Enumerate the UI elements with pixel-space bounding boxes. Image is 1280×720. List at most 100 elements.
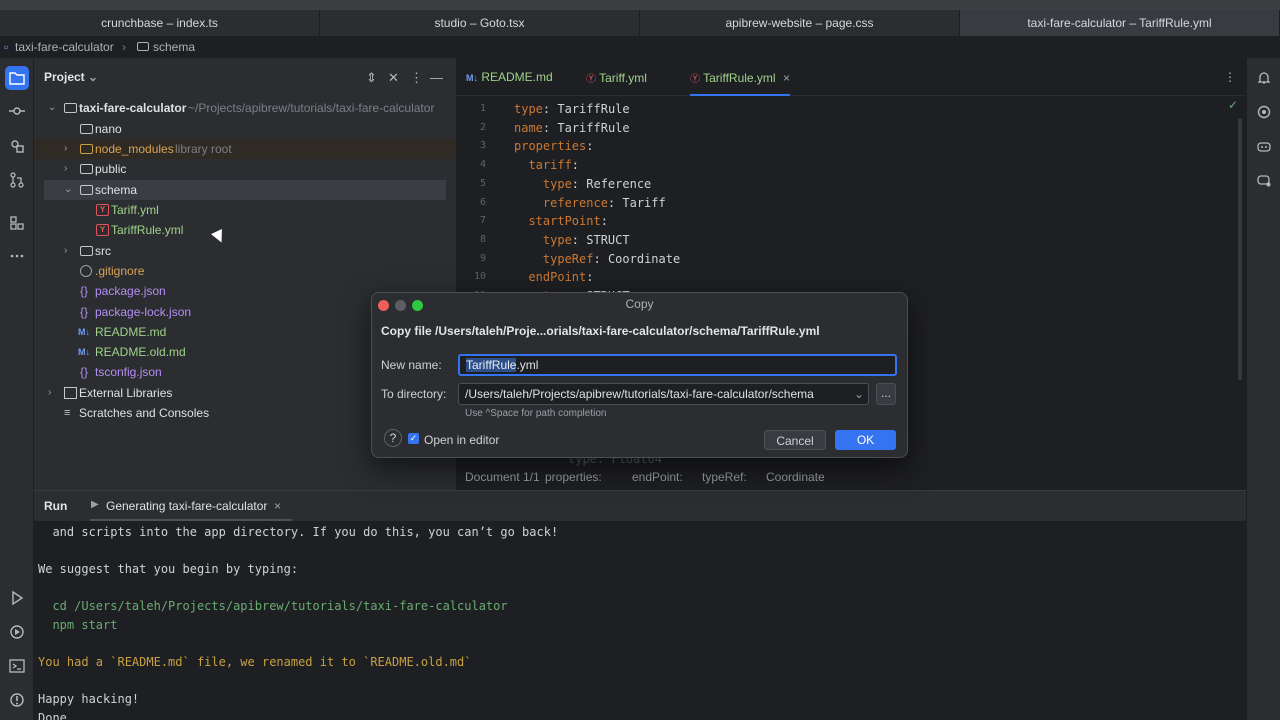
options-icon[interactable]: ⋮ [410, 70, 423, 86]
tree-item-gitignore[interactable]: .gitignore [34, 261, 456, 281]
tree-item-label: .gitignore [95, 264, 145, 278]
dialog-heading: Copy file /Users/taleh/Proje...orials/ta… [381, 324, 820, 338]
breadcrumb-project[interactable]: taxi-fare-calculator [15, 40, 114, 54]
hide-panel-icon[interactable]: — [430, 70, 443, 85]
to-directory-label: To directory: [381, 387, 447, 401]
chevron-down-icon: ⌄ [48, 102, 57, 113]
run-tab[interactable]: Generating taxi-fare-calculator [106, 499, 267, 513]
tab-readme[interactable]: M↓ README.md [466, 70, 553, 84]
help-button[interactable]: ? [384, 429, 402, 447]
tree-item-public[interactable]: › public [34, 159, 456, 179]
folder-icon [137, 42, 149, 51]
json-file-icon: {} [80, 305, 89, 319]
chevron-down-icon: ⌄ [64, 184, 73, 195]
breadcrumb-folder[interactable]: schema [153, 40, 195, 54]
tree-item-label: schema [95, 183, 138, 197]
tree-root-label: taxi-fare-calculator [79, 101, 187, 115]
close-icon[interactable]: × [274, 499, 281, 513]
new-name-input[interactable]: TariffRule.yml [458, 354, 897, 376]
notifications-icon[interactable] [1252, 66, 1276, 90]
tree-item-label: README.old.md [95, 345, 186, 359]
tab-tariff[interactable]: Ⓨ Tariff.yml [586, 70, 647, 85]
window-tab-active[interactable]: taxi-fare-calculator – TariffRule.yml [960, 10, 1280, 36]
console-line: We suggest that you begin by typing: [38, 562, 299, 577]
ignore-file-icon [80, 265, 92, 277]
ai-assistant-icon[interactable] [1252, 100, 1276, 124]
tree-item-tariff-yml[interactable]: Y Tariff.yml [34, 200, 456, 220]
code-line: startPoint: [514, 214, 608, 229]
close-icon[interactable]: × [783, 71, 790, 85]
console-line: and scripts into the app directory. If y… [38, 525, 559, 539]
check-icon: ✓ [1228, 98, 1239, 112]
dialog-title: Copy [625, 297, 654, 311]
run-panel-header: Run ▶ Generating taxi-fare-calculator × [34, 491, 1246, 521]
tree-item-nano[interactable]: nano [34, 119, 456, 139]
tree-item-label: package-lock.json [95, 305, 192, 319]
crumb-endpoint[interactable]: endPoint: [632, 470, 683, 484]
project-folder-icon[interactable] [5, 66, 29, 90]
run-icon[interactable] [5, 586, 29, 610]
title-strip [0, 0, 1280, 10]
more-options-icon[interactable]: ⋮ [1224, 70, 1236, 84]
ok-button[interactable]: OK [835, 430, 896, 450]
tree-root[interactable]: ⌄ taxi-fare-calculator ~/Projects/apibre… [34, 98, 456, 118]
folder-icon [64, 103, 77, 113]
line-number: 7 [479, 215, 486, 227]
crumb-typeref[interactable]: typeRef: [702, 470, 747, 484]
folder-icon [80, 246, 93, 256]
problems-icon[interactable] [5, 688, 29, 712]
tree-item-node-modules[interactable]: › node_modules library root [34, 139, 456, 159]
json-file-icon: {} [80, 365, 89, 379]
line-number: 6 [479, 196, 486, 208]
window-tab[interactable]: crunchbase – index.ts [0, 10, 320, 36]
services-icon[interactable] [5, 620, 29, 644]
window-tab[interactable]: studio – Goto.tsx [320, 10, 640, 36]
to-directory-input[interactable]: /Users/taleh/Projects/apibrew/tutorials/… [458, 383, 869, 405]
chevron-down-icon[interactable]: ⌄ [854, 384, 864, 404]
line-number: 1 [479, 103, 486, 114]
left-tool-strip [0, 58, 34, 720]
browse-button[interactable]: ... [876, 383, 896, 405]
open-in-editor-label[interactable]: Open in editor [424, 433, 499, 447]
tree-item-hint: library root [175, 142, 232, 156]
tree-item-schema[interactable]: ⌄ schema [44, 180, 446, 200]
line-number: 3 [479, 140, 486, 152]
cancel-button[interactable]: Cancel [764, 430, 826, 450]
tree-item-src[interactable]: › src [34, 241, 456, 261]
markdown-file-icon: M↓ [466, 73, 478, 83]
copilot-chat-icon[interactable] [1252, 168, 1276, 192]
yaml-file-icon: Ⓨ [586, 74, 596, 85]
code-line: name: TariffRule [514, 120, 630, 135]
more-tools-icon[interactable] [5, 244, 29, 268]
scrollbar[interactable] [1238, 118, 1242, 380]
window-tab[interactable]: apibrew-website – page.css [640, 10, 960, 36]
tree-item-label: External Libraries [79, 386, 173, 400]
tree-item-tariffrule-yml[interactable]: Y TariffRule.yml [34, 220, 456, 240]
commit-icon[interactable] [5, 99, 29, 123]
tree-item-label: Tariff.yml [111, 203, 159, 217]
plugins-icon[interactable] [5, 134, 29, 158]
tree-item-label: public [95, 162, 127, 176]
markdown-file-icon: M↓ [78, 347, 90, 357]
copy-dialog: Copy Copy file /Users/taleh/Proje...oria… [371, 292, 908, 458]
code-line: tariff: [514, 158, 580, 173]
code-line: reference: Tariff [514, 195, 666, 210]
chevron-right-icon: › [64, 163, 68, 174]
pull-request-icon[interactable] [5, 168, 29, 192]
folder-icon [80, 124, 93, 134]
collapse-all-icon[interactable]: ✕ [388, 70, 399, 86]
crumb-properties[interactable]: properties: [545, 470, 602, 484]
chevron-right-icon: › [48, 387, 52, 398]
yaml-file-icon: Ⓨ [690, 74, 700, 85]
structure-icon[interactable] [5, 211, 29, 235]
console-line: You had a `README.md` file, we renamed i… [38, 655, 472, 670]
project-panel-title[interactable]: Project ⌄ [44, 70, 98, 84]
code-line: type: STRUCT [514, 232, 630, 247]
terminal-icon[interactable] [5, 654, 29, 678]
yaml-file-icon: Y [96, 224, 109, 236]
expand-collapse-icon[interactable]: ⇕ [366, 70, 377, 86]
crumb-coordinate[interactable]: Coordinate [766, 470, 825, 484]
tab-tariffrule[interactable]: Ⓨ TariffRule.yml × [690, 70, 790, 96]
open-in-editor-checkbox[interactable]: ✓ [408, 433, 419, 444]
copilot-icon[interactable] [1252, 134, 1276, 158]
